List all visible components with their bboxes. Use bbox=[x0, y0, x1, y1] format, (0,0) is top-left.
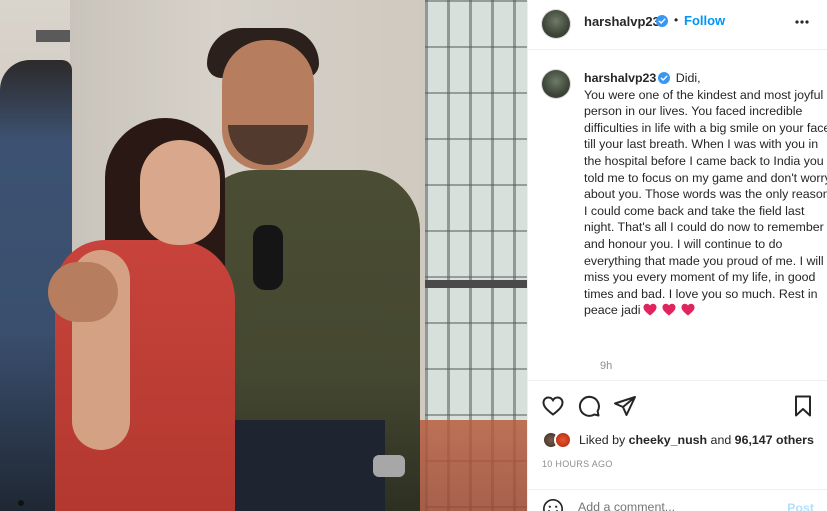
post-photo[interactable] bbox=[0, 0, 527, 511]
caption-avatar[interactable] bbox=[542, 70, 570, 98]
red-heart-icon bbox=[681, 304, 695, 316]
liker-avatar[interactable] bbox=[554, 431, 572, 449]
photo-sunglasses bbox=[253, 225, 283, 290]
caption-username[interactable]: harshalvp23 bbox=[584, 71, 656, 85]
caption-body: Didi, You were one of the kindest and mos… bbox=[584, 71, 827, 318]
bookmark-icon[interactable] bbox=[791, 394, 815, 418]
liked-by-mid: and bbox=[707, 433, 735, 447]
follow-button[interactable]: Follow bbox=[684, 13, 725, 28]
heart-icon[interactable] bbox=[541, 394, 565, 418]
photo-carousel-dot bbox=[18, 500, 24, 506]
liked-by-user[interactable]: cheeky_nush bbox=[629, 433, 708, 447]
liked-by-prefix: Liked by bbox=[579, 433, 629, 447]
liked-by-count[interactable]: 96,147 others bbox=[735, 433, 814, 447]
share-icon[interactable] bbox=[613, 394, 637, 418]
photo-watch bbox=[373, 455, 405, 477]
verified-badge-icon bbox=[658, 72, 671, 84]
caption-hearts bbox=[641, 303, 696, 321]
post-comment-button[interactable]: Post bbox=[787, 501, 814, 511]
red-heart-icon bbox=[643, 304, 656, 316]
caption-timestamp[interactable]: 9h bbox=[600, 360, 612, 372]
photo-floor bbox=[420, 420, 527, 511]
header-separator: • bbox=[674, 13, 679, 27]
comment-icon[interactable] bbox=[577, 394, 601, 418]
verified-badge-icon bbox=[656, 15, 668, 27]
post-timestamp[interactable]: 10 HOURS AGO bbox=[542, 459, 613, 469]
photo-railing bbox=[425, 280, 527, 288]
more-options-icon[interactable] bbox=[794, 12, 810, 32]
comment-bar: Post bbox=[528, 489, 827, 511]
caption-text-block: harshalvp23 Didi, You were one of the kin… bbox=[584, 70, 827, 321]
post-header: harshalvp23 • Follow bbox=[528, 0, 827, 50]
photo-woman-face bbox=[140, 140, 220, 245]
header-username[interactable]: harshalvp23 bbox=[584, 14, 660, 29]
photo-sign bbox=[36, 30, 70, 42]
comment-input[interactable] bbox=[578, 500, 768, 511]
avatar[interactable] bbox=[542, 10, 570, 38]
red-heart-icon bbox=[662, 304, 676, 316]
photo-man-jeans bbox=[215, 420, 385, 511]
post-side-panel: harshalvp23 • Follow harshalvp23 Didi, Yo… bbox=[527, 0, 827, 511]
photo-man-arm bbox=[48, 262, 118, 322]
likes-text: Liked by cheeky_nush and 96,147 others bbox=[579, 433, 814, 447]
post-actions: Liked by cheeky_nush and 96,147 others 1… bbox=[528, 380, 827, 511]
emoji-icon[interactable] bbox=[542, 498, 564, 511]
